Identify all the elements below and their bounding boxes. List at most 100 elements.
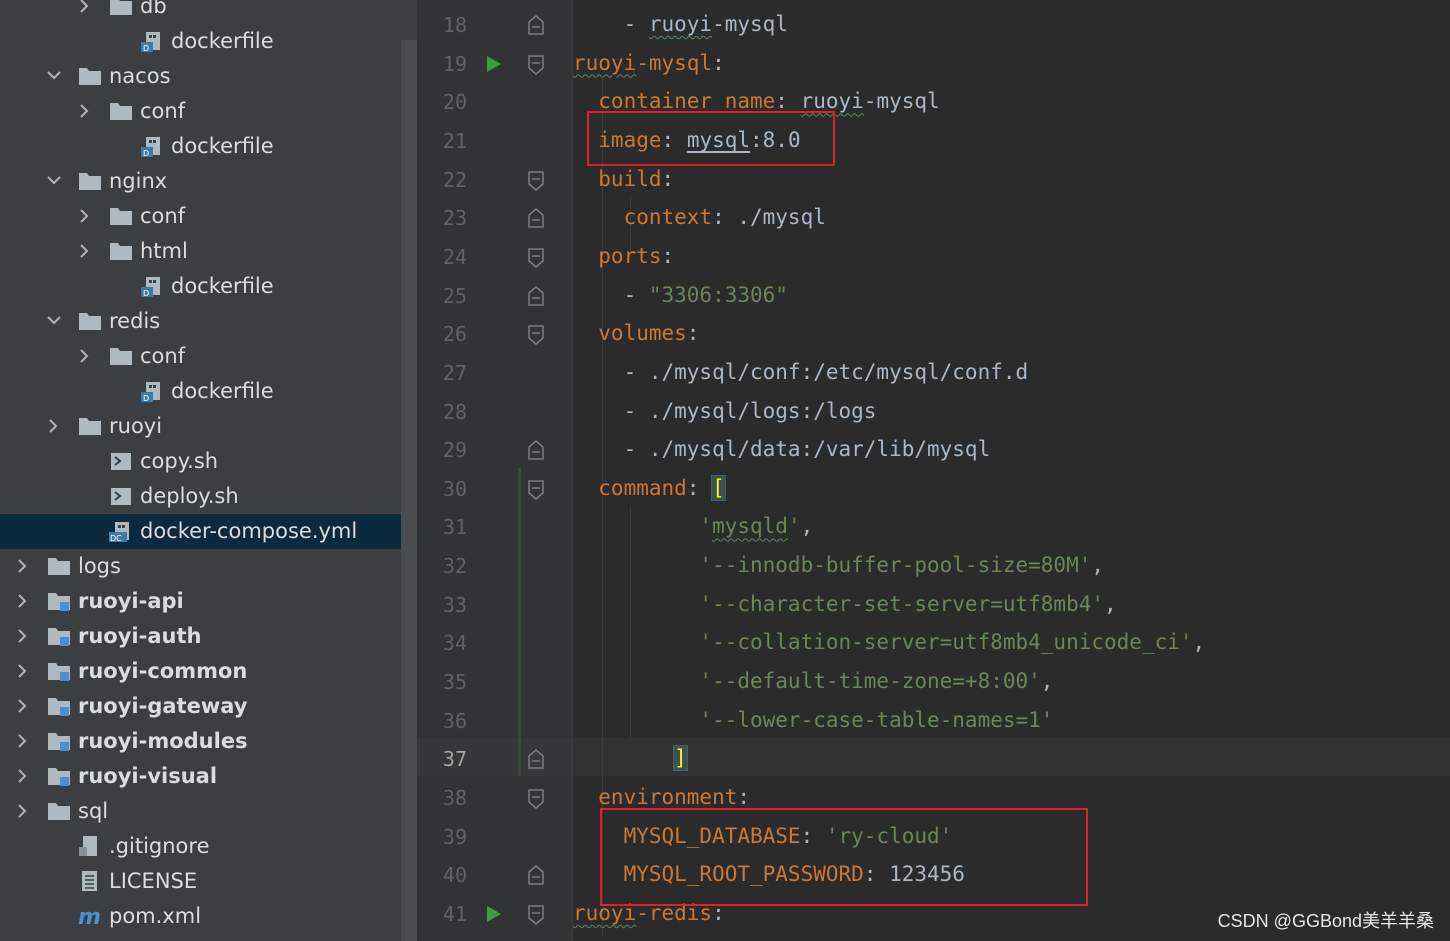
fold-close-icon[interactable] (527, 440, 545, 461)
code-line[interactable]: 29 - ./mysql/data:/var/lib/mysql (417, 431, 1450, 469)
code-line[interactable]: 31 'mysqld', (417, 508, 1450, 546)
code-line[interactable]: 24 ports: (417, 238, 1450, 276)
code-token: ruoyi (648, 12, 713, 36)
line-number: 39 (442, 824, 467, 849)
code-text: environment: (573, 783, 750, 811)
svg-text:DC: DC (110, 534, 122, 542)
fold-close-icon[interactable] (527, 749, 545, 770)
fold-close-icon[interactable] (527, 15, 545, 36)
fold-open-icon[interactable] (527, 54, 545, 75)
chevron-right-icon[interactable] (16, 594, 28, 608)
code-token: [ (711, 474, 726, 501)
code-token: - (573, 12, 649, 36)
svg-text:D: D (143, 289, 149, 297)
code-token: '--collation-server=utf8mb4_unicode_ci' (573, 630, 1193, 655)
code-line[interactable]: 22 build: (417, 161, 1450, 199)
tree-item-conf[interactable]: conf (0, 199, 401, 234)
code-line[interactable]: 18 - ruoyi-mysql (417, 6, 1450, 44)
tree-item-label: ruoyi-common (78, 659, 248, 683)
chevron-right-icon[interactable] (78, 244, 90, 258)
chevron-right-icon[interactable] (78, 209, 90, 223)
tree-item-dockerfile[interactable]: Ddockerfile (0, 374, 401, 409)
tree-item-dockerfile[interactable]: Ddockerfile (0, 129, 401, 164)
tree-item-label: docker-compose.yml (140, 519, 358, 543)
code-line[interactable]: 27 - ./mysql/conf:/etc/mysql/conf.d (417, 354, 1450, 392)
chevron-right-icon[interactable] (16, 734, 28, 748)
chevron-down-icon[interactable] (47, 314, 61, 328)
chevron-right-icon[interactable] (78, 104, 90, 118)
code-line[interactable]: 30 command: [ (417, 470, 1450, 508)
tree-item-docker-compose-yml[interactable]: DC docker-compose.yml (0, 514, 417, 549)
chevron-down-icon[interactable] (47, 69, 61, 83)
run-icon[interactable] (486, 55, 502, 73)
tree-item-ruoyi-gateway[interactable]: ruoyi-gateway (0, 689, 401, 724)
code-editor[interactable]: 18 - ruoyi-mysql 19 ruoyi-mysql: 20 contain… (417, 0, 1450, 941)
project-tree-scrollbar[interactable] (401, 40, 417, 941)
folder-icon (109, 205, 133, 227)
code-line[interactable]: 28 - ./mysql/logs:/logs (417, 393, 1450, 431)
tree-item-ruoyi-modules[interactable]: ruoyi-modules (0, 724, 401, 759)
code-line[interactable]: 35 '--default-time-zone=+8:00', (417, 663, 1450, 701)
tree-item-ruoyi-api[interactable]: ruoyi-api (0, 584, 401, 619)
tree-item-redis[interactable]: redis (0, 304, 401, 339)
tree-item-ruoyi-auth[interactable]: ruoyi-auth (0, 619, 401, 654)
tree-item-nacos[interactable]: nacos (0, 59, 401, 94)
code-line[interactable]: 26 volumes: (417, 315, 1450, 353)
tree-item--gitignore[interactable]: .gitignore (0, 829, 401, 864)
code-line[interactable]: 25 - "3306:3306" (417, 277, 1450, 315)
tree-item-nginx[interactable]: nginx (0, 164, 401, 199)
chevron-right-icon[interactable] (47, 419, 59, 433)
chevron-right-icon[interactable] (16, 804, 28, 818)
fold-open-icon[interactable] (527, 788, 545, 809)
tree-item-sql[interactable]: sql (0, 794, 401, 829)
chevron-right-icon[interactable] (16, 629, 28, 643)
code-token: '--default-time-zone=+8:00' (573, 669, 1041, 694)
fold-open-icon[interactable] (527, 479, 545, 500)
tree-item-ruoyi-common[interactable]: ruoyi-common (0, 654, 401, 689)
tree-item-html[interactable]: html (0, 234, 401, 269)
fold-close-icon[interactable] (527, 208, 545, 229)
tree-item-label: ruoyi-api (78, 589, 184, 613)
tree-item-license[interactable]: LICENSE (0, 864, 401, 899)
tree-item-deploy-sh[interactable]: deploy.sh (0, 479, 401, 514)
chevron-right-icon[interactable] (16, 559, 28, 573)
run-icon[interactable] (486, 905, 502, 923)
code-line[interactable]: 36 '--lower-case-table-names=1' (417, 702, 1450, 740)
code-line[interactable]: 34 '--collation-server=utf8mb4_unicode_c… (417, 624, 1450, 662)
code-line[interactable]: 32 '--innodb-buffer-pool-size=80M', (417, 547, 1450, 585)
fold-close-icon[interactable] (527, 865, 545, 886)
code-token: , (1104, 591, 1117, 616)
tree-item-conf[interactable]: conf (0, 94, 401, 129)
fold-close-icon[interactable] (527, 285, 545, 307)
chevron-right-icon[interactable] (78, 0, 90, 13)
line-number: 30 (442, 476, 467, 501)
tree-item-ruoyi-visual[interactable]: ruoyi-visual (0, 759, 401, 794)
line-number: 18 (442, 13, 467, 37)
chevron-right-icon[interactable] (16, 699, 28, 713)
tree-item-conf[interactable]: conf (0, 339, 401, 374)
fold-open-icon[interactable] (527, 904, 545, 925)
tree-item-label: dockerfile (171, 274, 274, 298)
chevron-right-icon[interactable] (16, 664, 28, 678)
chevron-right-icon[interactable] (78, 349, 90, 363)
code-line[interactable]: 19 ruoyi-mysql: (417, 45, 1450, 83)
tree-item-ruoyi[interactable]: ruoyi (0, 409, 401, 444)
tree-item-logs[interactable]: logs (0, 549, 401, 584)
chevron-down-icon[interactable] (47, 174, 61, 188)
code-line[interactable]: 20 container_name: ruoyi-mysql (417, 83, 1450, 121)
fold-open-icon[interactable] (527, 324, 545, 346)
fold-open-icon[interactable] (527, 247, 545, 268)
tree-item-dockerfile[interactable]: Ddockerfile (0, 24, 401, 59)
tree-item-db[interactable]: db (0, 0, 401, 24)
code-line[interactable]: 23 context: ./mysql (417, 199, 1450, 237)
tree-item-dockerfile[interactable]: Ddockerfile (0, 269, 401, 304)
fold-open-icon[interactable] (527, 170, 545, 191)
code-line[interactable]: 37 ] (417, 740, 1450, 778)
code-line[interactable]: 21 image: mysql:8.0 (417, 122, 1450, 160)
chevron-right-icon[interactable] (16, 769, 28, 783)
tree-item-copy-sh[interactable]: copy.sh (0, 444, 401, 479)
code-token: command (573, 475, 687, 500)
annotation-box-image (587, 111, 835, 166)
tree-item-pom-xml[interactable]: m pom.xml (0, 899, 401, 934)
code-line[interactable]: 33 '--character-set-server=utf8mb4', (417, 586, 1450, 624)
